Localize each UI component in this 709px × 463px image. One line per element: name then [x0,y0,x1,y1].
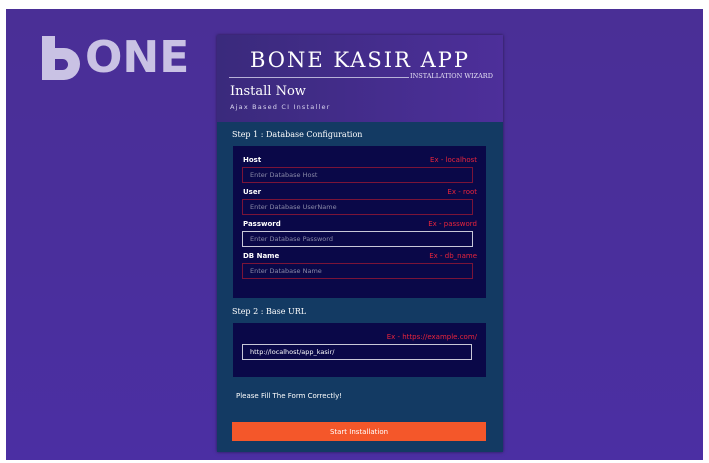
install-heading: Install Now [230,84,306,99]
logo-text: ONE [85,32,190,83]
base-url-input[interactable] [242,344,472,360]
password-label: Password [243,220,281,228]
user-label: User [243,188,262,196]
wizard-label: INSTALLATION WIZARD [410,72,493,80]
form-status-message: Please Fill The Form Correctly! [236,392,343,400]
password-hint: Ex - password [428,220,477,228]
title-divider [229,77,409,78]
app-title: BONE KASIR APP [249,48,470,72]
host-label: Host [243,156,262,164]
user-hint: Ex - root [447,188,477,196]
step2-title: Step 2 : Base URL [232,307,307,316]
start-installation-button[interactable]: Start Installation [232,422,486,441]
base-url-panel: Ex - https://example.com/ [233,323,486,377]
installer-screen: ONE BONE KASIR APP INSTALLATION WIZARD I… [6,9,703,460]
user-input[interactable] [242,199,473,215]
host-hint: Ex - localhost [430,156,477,164]
installer-subheading: Ajax Based CI Installer [230,103,331,111]
card-body: Step 1 : Database Configuration Host Ex … [217,122,503,452]
card-header: BONE KASIR APP INSTALLATION WIZARD Insta… [217,35,503,122]
installer-card: BONE KASIR APP INSTALLATION WIZARD Insta… [217,35,503,452]
logo-b-mark-icon [42,36,82,80]
db-name-hint: Ex - db_name [429,252,477,260]
bone-logo: ONE [42,36,189,80]
db-name-input[interactable] [242,263,473,279]
base-url-hint: Ex - https://example.com/ [386,333,477,341]
password-input[interactable] [242,231,473,247]
step1-title: Step 1 : Database Configuration [232,130,363,139]
database-config-panel: Host Ex - localhost User Ex - root Passw… [233,146,486,298]
host-input[interactable] [242,167,473,183]
db-name-label: DB Name [243,252,280,260]
